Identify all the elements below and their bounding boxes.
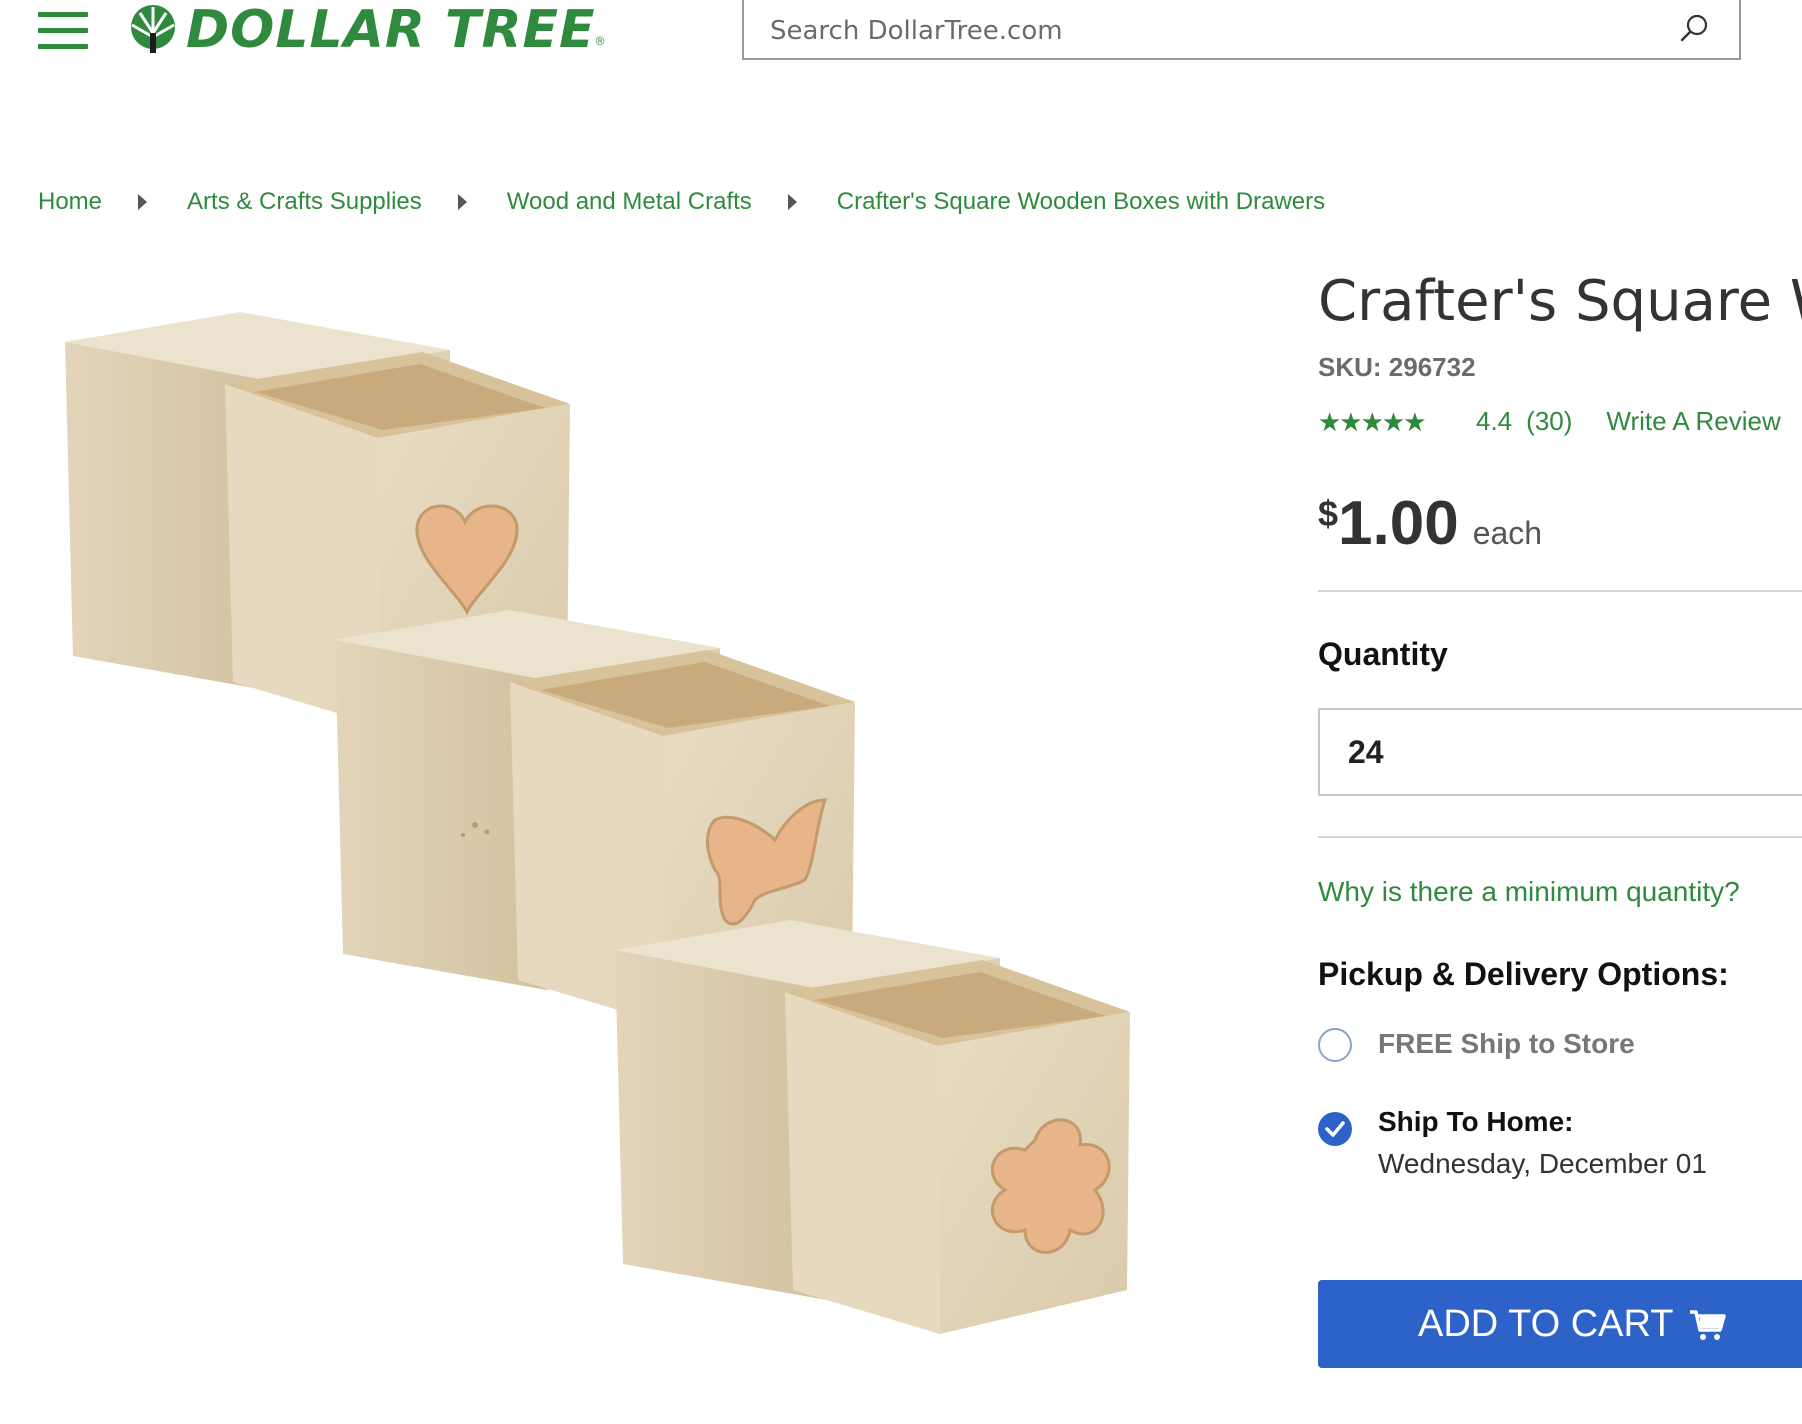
caret-right-icon	[457, 194, 467, 210]
cart-icon	[1690, 1310, 1726, 1340]
ship-to-store-label[interactable]: FREE Ship to Store	[1378, 1028, 1635, 1060]
logo-registered-mark: ®	[595, 34, 605, 48]
tree-logo-icon	[131, 5, 175, 53]
breadcrumb-home[interactable]: Home	[38, 188, 102, 216]
breadcrumb-wood-metal[interactable]: Wood and Metal Crafts	[507, 188, 752, 216]
price-currency: $	[1318, 493, 1339, 534]
product-sku: SKU: 296732	[1318, 352, 1476, 382]
product-title: Crafter's Square Wooden Boxes with Drawe…	[1318, 269, 1802, 334]
product-image[interactable]	[40, 290, 1280, 1424]
ship-to-store-radio[interactable]	[1318, 1028, 1352, 1062]
divider	[1318, 836, 1802, 838]
star-rating[interactable]: ★★★★★ ★★★★★	[1318, 409, 1444, 435]
add-to-cart-button[interactable]: ADD TO CART	[1318, 1280, 1802, 1368]
breadcrumb: Home Arts & Crafts Supplies Wood and Met…	[38, 182, 1325, 222]
minimum-quantity-link[interactable]: Why is there a minimum quantity?	[1318, 876, 1740, 908]
ship-to-home-radio[interactable]	[1318, 1112, 1352, 1146]
search-box	[742, 0, 1741, 60]
wooden-boxes-illustration	[65, 312, 1130, 1334]
quantity-label: Quantity	[1318, 636, 1448, 672]
add-to-cart-label: ADD TO CART	[1418, 1302, 1674, 1345]
search-icon[interactable]	[1677, 12, 1711, 46]
product-details: Crafter's Square Wooden Boxes with Drawe…	[1318, 262, 1802, 1424]
rating-value[interactable]: 4.4	[1476, 406, 1512, 437]
logo-text: DOLLAR TREE	[186, 0, 596, 60]
write-review-link[interactable]: Write A Review	[1606, 406, 1780, 437]
rating-row: ★★★★★ ★★★★★ 4.4 (30) Write A Review	[1318, 406, 1781, 437]
breadcrumb-arts-crafts[interactable]: Arts & Crafts Supplies	[187, 188, 422, 216]
ship-to-home-label[interactable]: Ship To Home:	[1378, 1106, 1573, 1138]
menu-icon[interactable]	[38, 10, 88, 49]
quantity-input[interactable]	[1318, 708, 1802, 796]
site-logo[interactable]: DOLLAR TREE ®	[126, 0, 604, 60]
star-icon: ★★★★★	[1318, 408, 1427, 435]
divider	[1318, 590, 1802, 592]
ship-to-home-date: Wednesday, December 01	[1378, 1148, 1707, 1179]
price-unit: each	[1472, 515, 1543, 551]
search-input[interactable]	[768, 8, 1652, 54]
caret-right-icon	[787, 194, 797, 210]
price: $ 1.00 each	[1318, 488, 1542, 559]
breadcrumb-current[interactable]: Crafter's Square Wooden Boxes with Drawe…	[837, 188, 1325, 216]
check-icon	[1325, 1121, 1345, 1137]
rating-count[interactable]: (30)	[1526, 406, 1572, 437]
price-value: 1.00	[1338, 489, 1459, 558]
box-flower	[615, 920, 1130, 1334]
pickup-delivery-title: Pickup & Delivery Options:	[1318, 956, 1729, 992]
caret-right-icon	[138, 194, 148, 210]
